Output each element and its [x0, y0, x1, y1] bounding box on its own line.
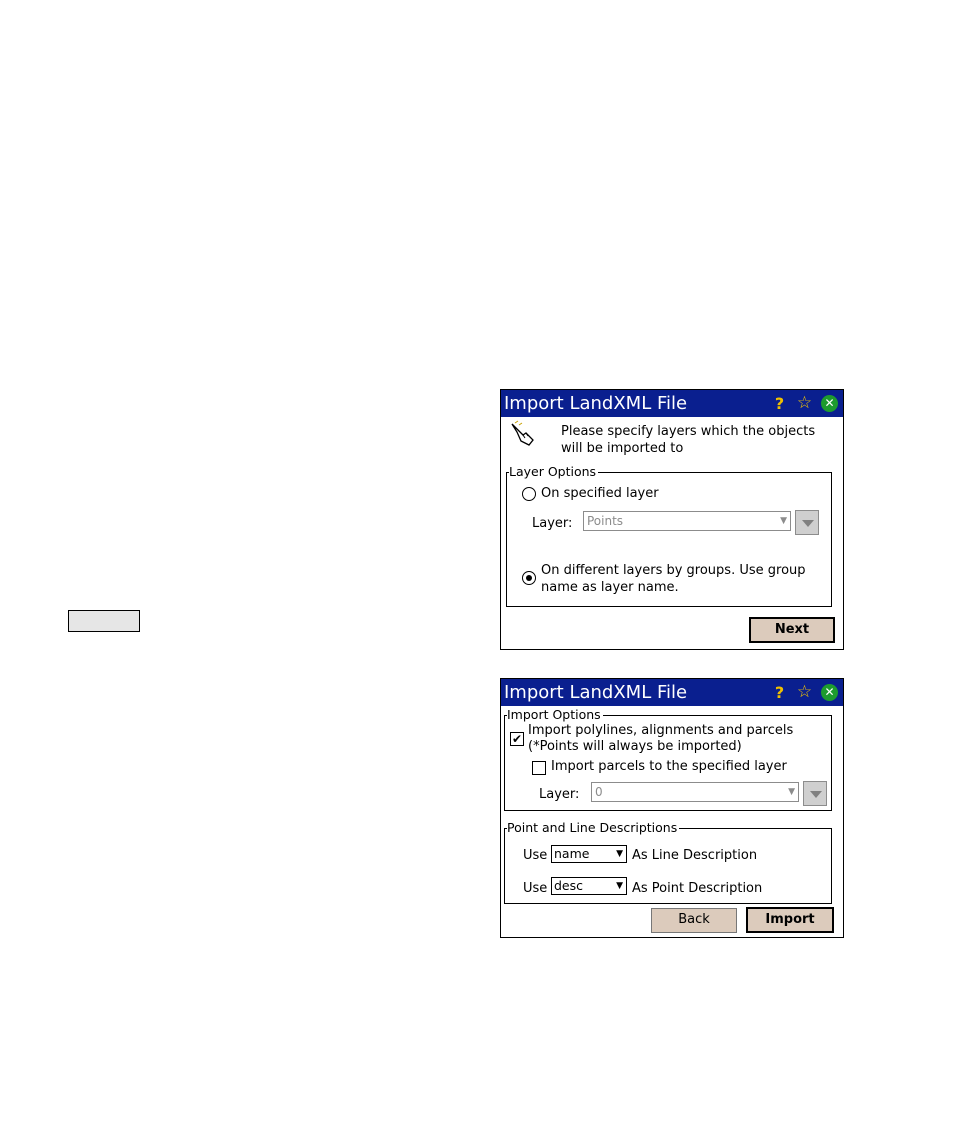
use-label-line: Use	[523, 848, 548, 863]
dialog-message: Please specify layers which the objects …	[561, 424, 816, 456]
use-label-point: Use	[523, 881, 548, 896]
layer-label: Layer:	[532, 516, 573, 531]
stray-gray-box	[68, 610, 140, 632]
point-description-label: As Point Description	[632, 881, 763, 896]
layer-select-value: 0	[595, 785, 603, 799]
point-description-value: desc	[554, 878, 584, 893]
chevron-down-icon: ▼	[788, 787, 795, 797]
chevron-down-icon: ▼	[616, 881, 623, 891]
back-button-label: Back	[678, 912, 710, 927]
line-description-label: As Line Description	[632, 848, 758, 863]
line-description-select[interactable]: name ▼	[551, 845, 627, 863]
dialog-title: Import LandXML File	[504, 682, 688, 703]
favorite-icon[interactable]: ☆	[795, 682, 814, 702]
radio-specified-layer-label: On specified layer	[541, 486, 659, 501]
import-button[interactable]: Import	[746, 907, 834, 933]
point-description-select[interactable]: desc ▼	[551, 877, 627, 895]
import-landxml-dialog-layers: Import LandXML File ? ☆ ✕ Please specify…	[500, 389, 844, 650]
pointing-hand-icon	[511, 420, 534, 446]
close-icon[interactable]: ✕	[820, 394, 839, 413]
layer-select[interactable]: Points ▼	[583, 511, 791, 531]
import-parcels-checkbox[interactable]	[532, 761, 546, 775]
layer-select[interactable]: 0 ▼	[591, 782, 799, 802]
import-parcels-label: Import parcels to the specified layer	[551, 759, 787, 774]
dialog-title: Import LandXML File	[504, 393, 688, 414]
import-landxml-dialog-options: Import LandXML File ? ☆ ✕ Import Options…	[500, 678, 844, 938]
radio-layers-by-groups-label: On different layers by groups. Use group…	[541, 563, 806, 595]
layer-select-value: Points	[587, 514, 624, 528]
line-description-value: name	[554, 846, 590, 861]
import-polylines-checkbox[interactable]: ✔	[510, 732, 524, 746]
dialog-titlebar: Import LandXML File ? ☆ ✕	[501, 390, 843, 417]
favorite-icon[interactable]: ☆	[795, 393, 814, 413]
back-button[interactable]: Back	[651, 908, 737, 933]
group-label: Layer Options	[509, 464, 599, 479]
close-icon[interactable]: ✕	[820, 683, 839, 702]
layer-dropdown-button[interactable]	[795, 510, 819, 535]
group-label: Import Options	[507, 707, 603, 722]
next-button[interactable]: Next	[749, 617, 835, 643]
radio-specified-layer[interactable]	[522, 487, 536, 501]
layer-dropdown-button[interactable]	[803, 781, 827, 806]
chevron-down-icon: ▼	[780, 516, 787, 526]
help-icon[interactable]: ?	[770, 394, 789, 413]
layer-label: Layer:	[539, 787, 580, 802]
chevron-down-icon: ▼	[616, 849, 623, 859]
next-button-label: Next	[774, 622, 810, 637]
import-polylines-label: Import polylines, alignments and parcels…	[528, 723, 794, 754]
import-button-label: Import	[765, 912, 815, 927]
group-label: Point and Line Descriptions	[507, 820, 680, 835]
dialog-titlebar: Import LandXML File ? ☆ ✕	[501, 679, 843, 706]
help-icon[interactable]: ?	[770, 683, 789, 702]
radio-layers-by-groups[interactable]	[522, 571, 536, 585]
